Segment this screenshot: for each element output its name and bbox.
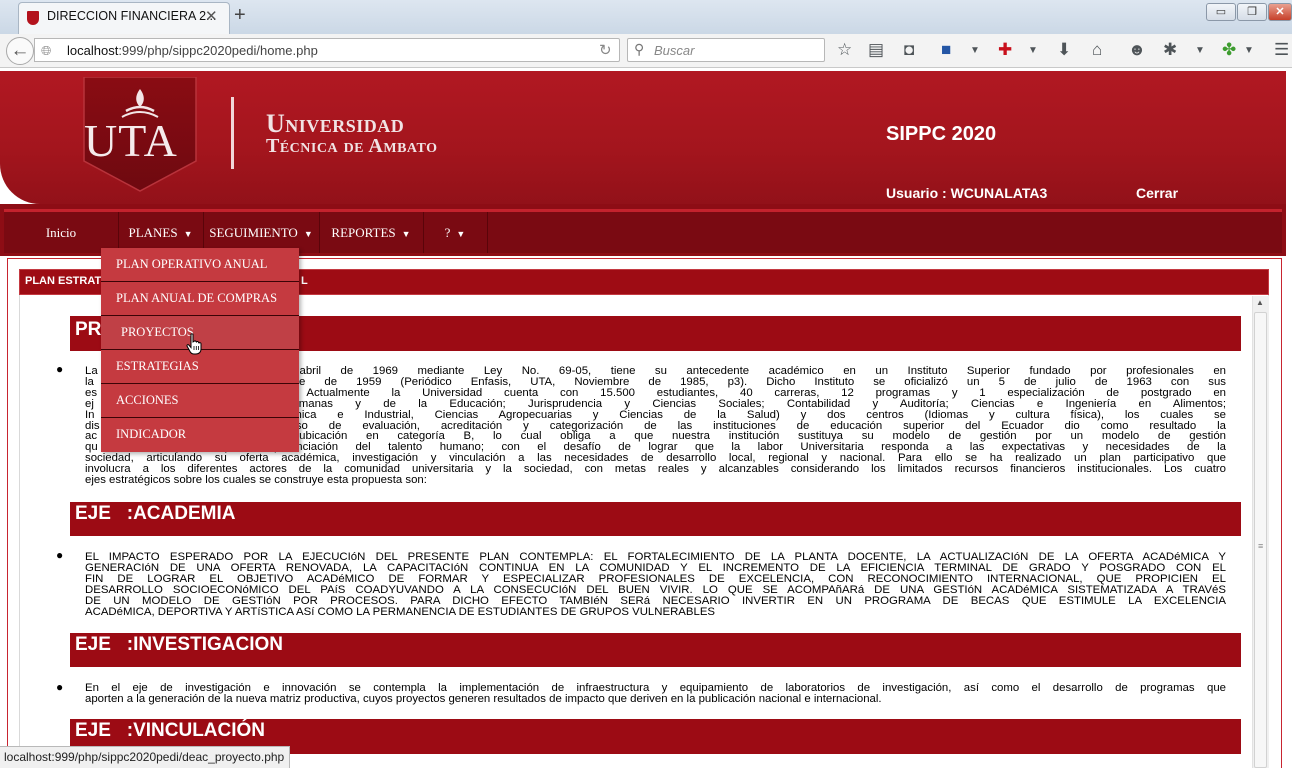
search-icon: ⚲ (634, 41, 645, 57)
new-tab-button[interactable]: + (234, 4, 246, 27)
address-bar[interactable]: 🌐︎ localhost:999/php/sippc2020pedi/home.… (34, 38, 620, 62)
scroll-grip-icon: ≡ (1258, 541, 1264, 551)
uta-favicon-icon (27, 11, 39, 25)
header-divider (231, 97, 234, 169)
panel-title-right: L (301, 275, 308, 287)
menu-item-help[interactable]: ? ▼ (423, 212, 488, 253)
dropdown-icon[interactable]: ▼ (970, 45, 980, 56)
dropdown-icon[interactable]: ▼ (1244, 45, 1254, 56)
caret-down-icon: ▼ (401, 229, 411, 239)
close-window-button[interactable]: ✕ (1268, 3, 1292, 21)
menu-label: Inicio (45, 225, 77, 240)
content-scrollbar[interactable]: ▲ ≡ (1252, 296, 1269, 768)
user-label: Usuario : WCUNALATA3 (886, 185, 1048, 201)
browser-status-bar: localhost:999/php/sippc2020pedi/deac_pro… (0, 746, 291, 768)
hand-pointer-cursor-icon (186, 333, 202, 355)
site-header: UTA Universidad Técnica de Ambato SIPPC … (0, 71, 1286, 204)
scrollbar-thumb[interactable]: ≡ (1254, 312, 1267, 768)
search-input[interactable]: ⚲ Buscar (627, 38, 825, 62)
bug-icon[interactable]: ✱ (1163, 40, 1177, 60)
back-button[interactable]: ← (6, 37, 34, 65)
main-menu: Inicio PLANES ▼ SEGUIMIENTO ▼ REPORTES ▼ ? ▼ (4, 209, 1282, 253)
emoji-icon[interactable]: ☻ (1128, 40, 1146, 60)
section-header-academia: EJE :ACADEMIA (70, 502, 1241, 536)
download-icon[interactable]: ⬇ (1057, 40, 1071, 60)
university-name-line2: Técnica de Ambato (266, 135, 438, 157)
menu-item-seguimiento[interactable]: SEGUIMIENTO ▼ (203, 212, 320, 253)
logo-text: UTA (84, 115, 178, 166)
addon-red-cross-icon[interactable]: ✚ (998, 40, 1012, 60)
text-line: ACADéMICA, DEPORTIVA Y ARTíSTICA ASí COM… (85, 605, 716, 618)
menu-label: ? (444, 225, 451, 240)
dropdown-item-acciones[interactable]: ACCIONES (101, 384, 299, 418)
app-title: SIPPC 2020 (886, 123, 997, 145)
browser-tab[interactable]: DIRECCION FINANCIERA 2... ✕ (18, 2, 230, 34)
text-line: DE UN MODELO DE GESTIóN POR PROCESOS. PA… (85, 594, 1226, 607)
search-placeholder: Buscar (654, 43, 695, 58)
reload-icon[interactable]: ↻ (599, 41, 612, 59)
puzzle-icon[interactable]: ✤ (1222, 40, 1236, 60)
section-paragraph: En el eje de investigación e innovación … (85, 682, 1226, 705)
list-bullet: ● (56, 362, 64, 376)
browser-tab-strip: DIRECCION FINANCIERA 2... ✕ + ▭ ❐ ✕ (0, 0, 1292, 34)
menu-label: REPORTES (331, 225, 396, 240)
caret-down-icon: ▼ (303, 229, 313, 239)
text-line: DESARROLLO SOCIOECONóMICO DEL PAíS COADY… (85, 583, 1226, 596)
tab-close-icon[interactable]: ✕ (205, 7, 218, 25)
dropdown-item-plan-anual-compras[interactable]: PLAN ANUAL DE COMPRAS (101, 282, 299, 316)
section-paragraph: EL IMPACTO ESPERADO POR LA EJECUCIóN DEL… (85, 551, 1226, 618)
dropdown-icon[interactable]: ▼ (1195, 45, 1205, 56)
scroll-up-arrow-icon[interactable]: ▲ (1256, 298, 1264, 307)
menu-item-inicio[interactable]: Inicio (4, 212, 119, 253)
text-line: aporten a la generación de la nueva matr… (85, 692, 882, 705)
menu-label: SEGUIMIENTO (209, 225, 298, 240)
dropdown-item-indicador[interactable]: INDICADOR (101, 418, 299, 452)
save-icon[interactable]: ■ (941, 40, 951, 60)
dropdown-item-plan-operativo-anual[interactable]: PLAN OPERATIVO ANUAL (101, 248, 299, 282)
minimize-button[interactable]: ▭ (1206, 3, 1236, 21)
menu-item-reportes[interactable]: REPORTES ▼ (319, 212, 424, 253)
home-icon[interactable]: ⌂ (1092, 40, 1102, 60)
section-header-investigacion: EJE :INVESTIGACION (70, 633, 1241, 667)
caret-down-icon: ▼ (456, 229, 466, 239)
list-bullet: ● (56, 680, 64, 694)
list-bullet: ● (56, 548, 64, 562)
dropdown-icon[interactable]: ▼ (1028, 45, 1038, 56)
maximize-button[interactable]: ❐ (1237, 3, 1267, 21)
logout-link[interactable]: Cerrar (1136, 185, 1178, 201)
menu-icon[interactable]: ☰ (1274, 40, 1289, 60)
url-text: localhost:999/php/sippc2020pedi/home.php (67, 43, 318, 58)
pocket-icon[interactable]: ◘ (904, 40, 914, 60)
globe-icon: 🌐︎ (41, 43, 52, 58)
browser-navigation-bar: 🌐︎ localhost:999/php/sippc2020pedi/home.… (0, 34, 1292, 68)
back-arrow-icon: ← (10, 40, 30, 61)
section-title: EJE :INVESTIGACION (75, 634, 283, 655)
section-title: EJE :ACADEMIA (75, 503, 236, 524)
reading-list-icon[interactable]: ▤ (868, 40, 884, 60)
menu-label: PLANES (128, 225, 178, 240)
star-icon[interactable]: ☆ (837, 40, 852, 60)
menu-item-planes[interactable]: PLANES ▼ (118, 212, 204, 253)
text-line: ejes estratégicos sobre los cuales se co… (85, 474, 427, 487)
section-title: EJE :VINCULACIÓN (75, 720, 266, 741)
panel-title-left: PLAN ESTRATE (25, 275, 109, 287)
caret-down-icon: ▼ (183, 229, 193, 239)
tab-title: DIRECCION FINANCIERA 2... (47, 9, 217, 23)
section-title: PR (75, 319, 102, 340)
